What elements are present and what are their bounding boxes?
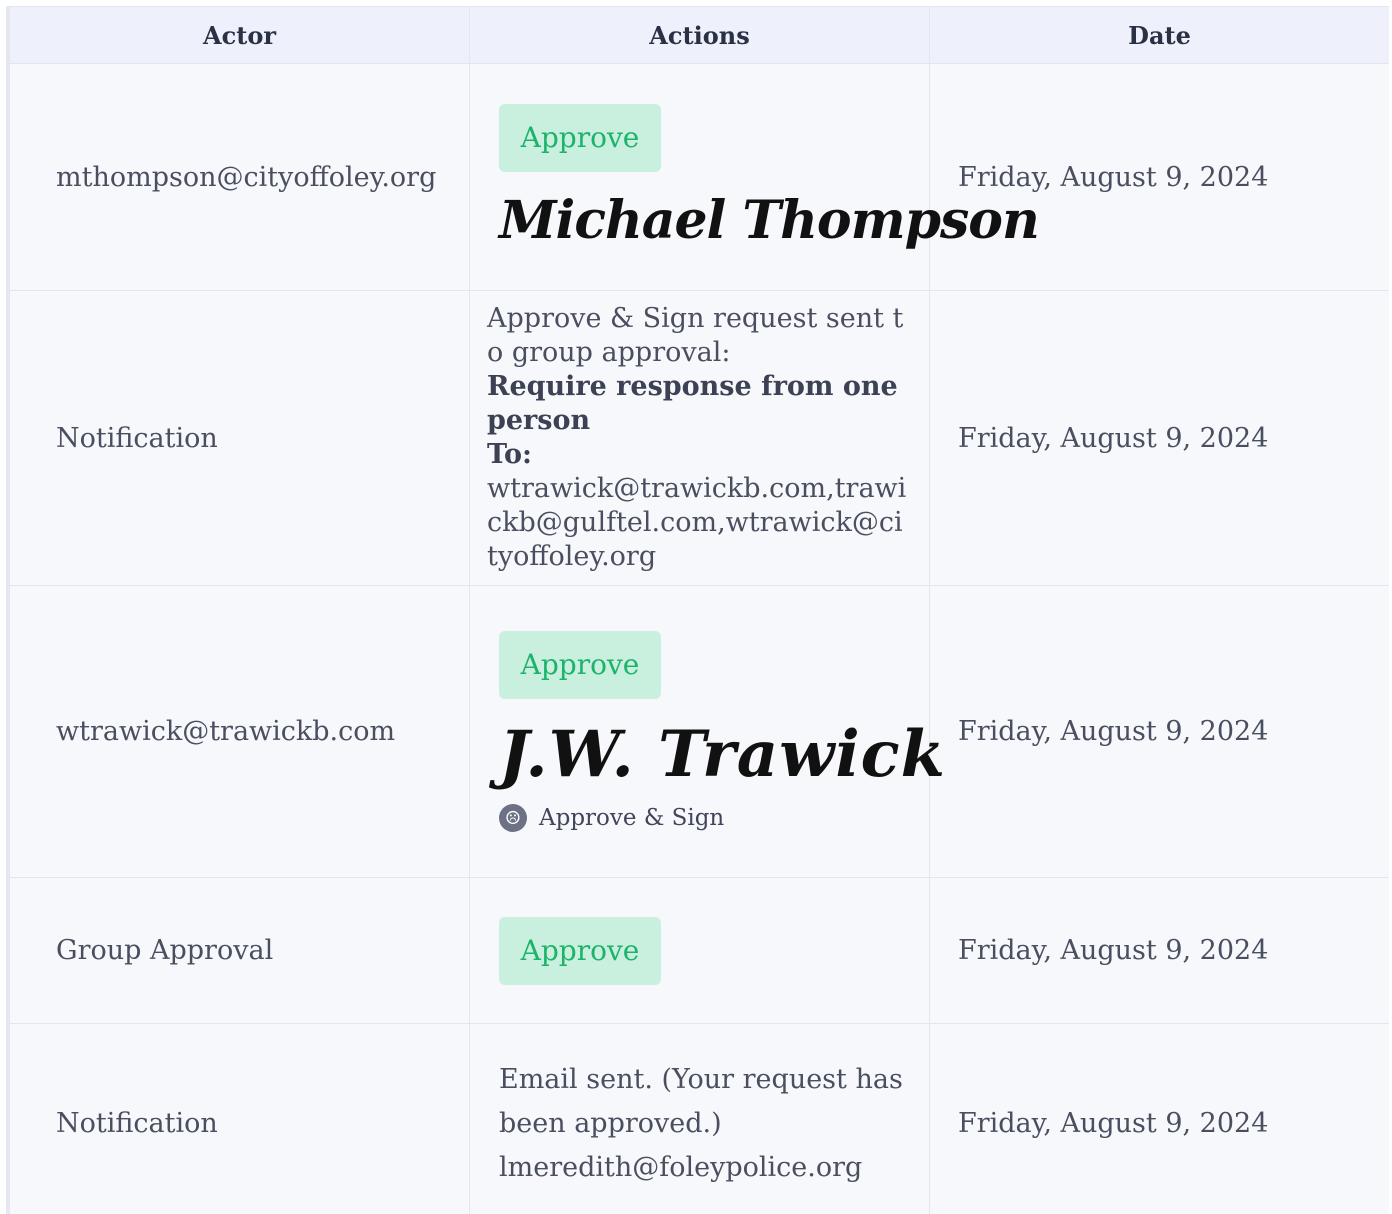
sad-face-icon: ☹ (499, 804, 527, 832)
approve-sign-status: ☹ Approve & Sign (499, 804, 911, 832)
column-header-actor[interactable]: Actor (9, 6, 470, 64)
table-row: Notification Approve & Sign request sent… (9, 290, 1389, 586)
notification-recipients: wtrawick@trawickb.com,trawickb@gulftel.c… (487, 473, 907, 572)
table-row: wtrawick@trawickb.com Approve J.W. Trawi… (9, 585, 1389, 878)
approve-badge[interactable]: Approve (499, 916, 661, 985)
signature-image: J.W. Trawick (499, 717, 946, 792)
approve-badge[interactable]: Approve (499, 631, 661, 699)
approve-sign-label: Approve & Sign (539, 805, 725, 831)
actor-cell: Notification (9, 1023, 470, 1214)
date-cell: Friday, August 9, 2024 (929, 290, 1389, 586)
date-cell: Friday, August 9, 2024 (929, 585, 1389, 878)
actor-cell: wtrawick@trawickb.com (9, 585, 470, 878)
actions-cell: Approve & Sign request sent to group app… (469, 290, 930, 586)
actor-cell: Notification (9, 290, 470, 586)
audit-trail-table-container: Actor Actions Date mthompson@cityoffoley… (6, 6, 1389, 1214)
notification-requirement: Require response from one person (487, 371, 898, 436)
signature-image: Michael Thompson (499, 189, 1040, 251)
table-row: mthompson@cityoffoley.org Approve Michae… (9, 63, 1389, 291)
actions-cell: Approve Michael Thompson (469, 63, 1040, 291)
actions-cell: Email sent. (Your request has been appro… (469, 1023, 930, 1214)
notification-text: Approve & Sign request sent to group app… (487, 303, 904, 368)
date-cell: Friday, August 9, 2024 (929, 1023, 1389, 1214)
date-cell: Friday, August 9, 2024 (929, 877, 1389, 1024)
column-header-date[interactable]: Date (929, 6, 1389, 64)
table-row: Notification Email sent. (Your request h… (9, 1023, 1389, 1214)
table-row: Group Approval Approve Friday, August 9,… (9, 877, 1389, 1024)
actor-cell: mthompson@cityoffoley.org (9, 63, 470, 291)
actions-cell: Approve (469, 877, 930, 1024)
email-recipient: lmeredith@foleypolice.org (499, 1151, 863, 1183)
column-header-actions[interactable]: Actions (469, 6, 930, 64)
email-status-text: Email sent. (Your request has been appro… (499, 1063, 903, 1139)
actions-cell: Approve J.W. Trawick ☹ Approve & Sign (469, 585, 946, 878)
table-header-row: Actor Actions Date (9, 6, 1389, 64)
email-notification: Email sent. (Your request has been appro… (499, 1058, 911, 1190)
date-cell: Friday, August 9, 2024 (929, 63, 1389, 291)
audit-trail-table: Actor Actions Date mthompson@cityoffoley… (9, 6, 1389, 1214)
notification-message: Approve & Sign request sent to group app… (487, 302, 911, 574)
actor-cell: Group Approval (9, 877, 470, 1024)
notification-to-label: To: (487, 439, 532, 470)
approve-badge[interactable]: Approve (499, 103, 661, 172)
